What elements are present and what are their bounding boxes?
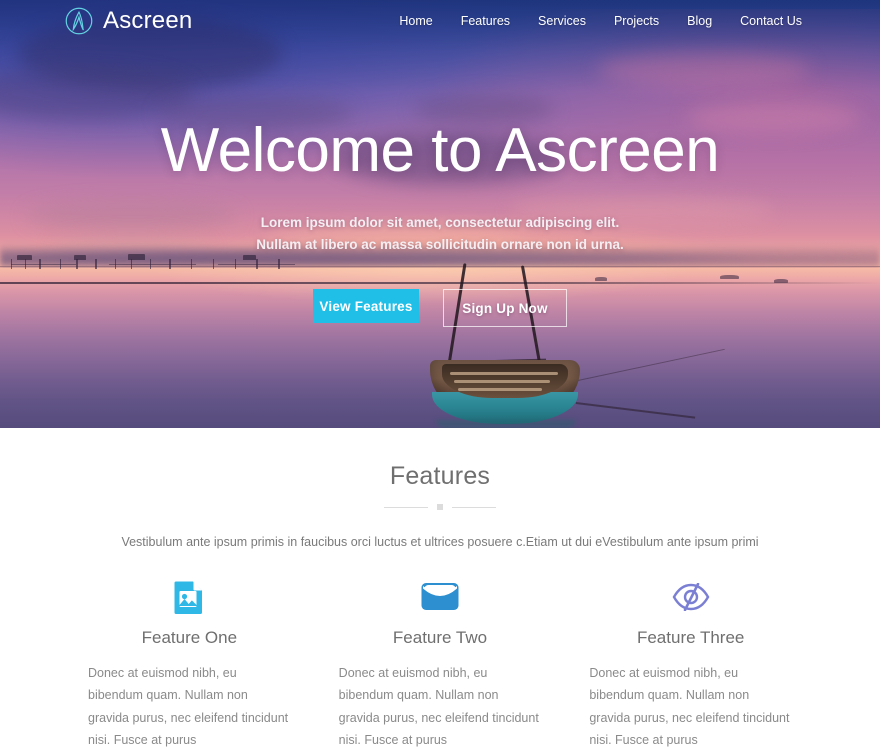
- nav-link-blog[interactable]: Blog: [673, 8, 726, 34]
- section-divider: [384, 502, 496, 512]
- divider-dot-icon: [437, 504, 443, 510]
- feature-title: Feature Two: [333, 628, 548, 648]
- features-grid: Feature One Donec at euismod nibh, eu bi…: [0, 580, 880, 751]
- nav-link-projects[interactable]: Projects: [600, 8, 673, 34]
- nav-link-services[interactable]: Services: [524, 8, 600, 34]
- hero-title: Welcome to Ascreen: [161, 118, 719, 184]
- hero-content: Welcome to Ascreen Lorem ipsum dolor sit…: [0, 0, 880, 428]
- feature-card-one: Feature One Donec at euismod nibh, eu bi…: [64, 580, 315, 751]
- hero-section: Ascreen Home Features Services Projects …: [0, 0, 880, 428]
- feature-text: Donec at euismod nibh, eu bibendum quam.…: [583, 662, 798, 751]
- nav-item-contact-us: Contact Us: [726, 8, 816, 34]
- feature-card-two: Feature Two Donec at euismod nibh, eu bi…: [315, 580, 566, 751]
- nav-item-services: Services: [524, 8, 600, 34]
- sign-up-now-button[interactable]: Sign Up Now: [443, 289, 567, 327]
- features-heading: Features: [0, 462, 880, 491]
- nav-item-blog: Blog: [673, 8, 726, 34]
- nav-item-projects: Projects: [600, 8, 673, 34]
- feature-card-three: Feature Three Donec at euismod nibh, eu …: [565, 580, 816, 751]
- nav-link-features[interactable]: Features: [447, 8, 524, 34]
- envelope-icon: [333, 580, 548, 614]
- hero-subtitle: Lorem ipsum dolor sit amet, consectetur …: [240, 212, 640, 256]
- feature-text: Donec at euismod nibh, eu bibendum quam.…: [333, 662, 548, 751]
- nav-link-contact-us[interactable]: Contact Us: [726, 8, 816, 34]
- nav-link-home[interactable]: Home: [385, 8, 446, 34]
- features-description: Vestibulum ante ipsum primis in faucibus…: [120, 532, 760, 552]
- hero-cta-group: View Features Sign Up Now: [313, 289, 567, 327]
- main-navbar: Ascreen Home Features Services Projects …: [0, 0, 880, 42]
- brand-logo-link[interactable]: Ascreen: [64, 6, 192, 36]
- eye-slash-icon: [583, 580, 798, 614]
- nav-item-home: Home: [385, 8, 446, 34]
- nav-links: Home Features Services Projects Blog Con…: [385, 8, 816, 34]
- feature-title: Feature Three: [583, 628, 798, 648]
- nav-item-features: Features: [447, 8, 524, 34]
- view-features-button[interactable]: View Features: [313, 289, 419, 323]
- circle-a-logo-icon: [64, 6, 94, 36]
- image-file-icon: [82, 580, 297, 614]
- features-section: Features Vestibulum ante ipsum primis in…: [0, 428, 880, 660]
- feature-text: Donec at euismod nibh, eu bibendum quam.…: [82, 662, 297, 751]
- brand-name: Ascreen: [103, 9, 192, 33]
- feature-title: Feature One: [82, 628, 297, 648]
